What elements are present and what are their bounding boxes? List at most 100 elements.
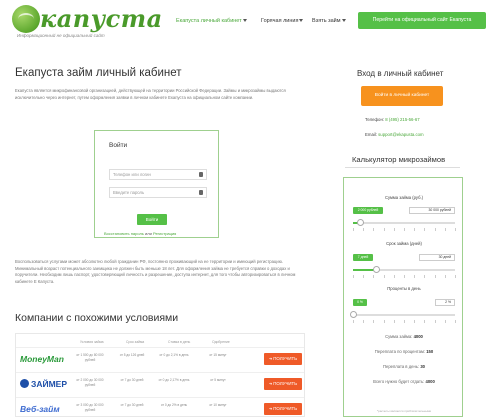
nav-get-loan[interactable]: Взять займ (312, 18, 346, 24)
loan-amount: от 2 000 до 30 000 рублей (76, 378, 104, 387)
slider-tick (414, 275, 416, 278)
intro-paragraph: Екапуста является микрофинансовой органи… (15, 88, 286, 100)
lock-icon (199, 172, 203, 177)
sidebar-login-title: Вход в личный кабинет (357, 69, 444, 78)
get-loan-button[interactable]: ➜ПОЛУЧИТЬ (264, 378, 302, 390)
divider (345, 167, 460, 168)
loan-rate: от 0 до 2,17% в день (158, 378, 190, 382)
phone-value[interactable]: 8 (495) 215-56-67 (385, 117, 419, 122)
sum-slider-handle[interactable] (357, 219, 365, 226)
login-links: Восстановить пароль или Регистрация (104, 231, 176, 236)
term-value-field[interactable]: 30 дней (419, 254, 455, 261)
chevron-down-icon (299, 19, 304, 23)
sum-slider[interactable] (353, 219, 455, 226)
slider-tick (383, 320, 385, 323)
slider-tick (414, 228, 416, 231)
result-value: 30 (420, 364, 425, 369)
chevron-down-icon (242, 19, 247, 23)
password-input[interactable]: Введите пароль (109, 187, 207, 198)
chevron-down-icon (341, 19, 346, 23)
slider-tick (434, 275, 436, 278)
sum-min-badge: 2 000 рублей (353, 207, 383, 214)
slider-tick (363, 320, 365, 323)
term-slider-handle[interactable] (373, 266, 381, 273)
result-value: 4000 (425, 379, 435, 384)
slider-tick (424, 228, 426, 231)
term-slider-ticks (353, 275, 456, 279)
slider-tick (444, 228, 446, 231)
get-loan-button[interactable]: ➜ПОЛУЧИТЬ (264, 353, 302, 365)
phone-label: Телефон: (365, 117, 385, 122)
loan-approval: от 10 минут (209, 403, 227, 407)
calculator-title: Калькулятор микрозаймов (352, 155, 446, 164)
slider-tick (353, 275, 354, 278)
slider-tick (393, 228, 395, 231)
zaymer-badge-icon (20, 379, 29, 388)
nav-label: Горячая линия (261, 18, 299, 24)
cabbage-logo-icon[interactable] (12, 5, 40, 33)
register-link[interactable]: Регистрация (153, 231, 176, 236)
phone-input[interactable]: Телефон или логин (109, 169, 207, 180)
slider-tick (455, 228, 456, 231)
email-label: Email: (365, 132, 377, 137)
table-row: ЗАЙМЕР от 2 000 до 30 000 рублей от 7 до… (16, 372, 304, 396)
rate-slider-handle[interactable] (350, 311, 357, 318)
term-label: Срок займа (дней) (386, 241, 422, 246)
webzaim-logo[interactable]: Веб-займ (20, 404, 60, 414)
result-value: 4000 (413, 334, 423, 339)
page-title: Екапуста займ личный кабинет (15, 67, 182, 79)
get-loan-button[interactable]: ➜ПОЛУЧИТЬ (264, 403, 302, 415)
slider-tick (444, 320, 446, 323)
table-header: Ставка в день (168, 340, 191, 344)
zaymer-logo[interactable]: ЗАЙМЕР (31, 379, 67, 389)
nav-hotline[interactable]: Горячая линия (261, 18, 304, 24)
loan-approval: от 5 минут (210, 378, 226, 382)
logo-text[interactable]: капуста (40, 4, 163, 33)
loan-rate: от 0 до 2,1% в день (159, 353, 189, 357)
slider-tick (353, 320, 354, 323)
term-slider[interactable] (353, 266, 455, 273)
term-min-badge: 7 дней (353, 254, 373, 261)
login-form: Войти Телефон или логин Введите пароль В… (94, 130, 219, 238)
forgot-password-link[interactable]: Восстановить пароль (104, 231, 144, 236)
similar-companies-title: Компании с похожими условиями (15, 312, 179, 324)
loan-term: от 7 до 30 дней (120, 403, 144, 407)
slider-tick (424, 320, 426, 323)
table-row: Веб-займ от 3 000 до 30 000 рублей от 7 … (16, 397, 304, 416)
moneyman-logo[interactable]: MoneyMan (20, 354, 64, 364)
slider-tick (373, 320, 375, 323)
slider-tick (363, 228, 365, 231)
arrow-right-icon: ➜ (268, 406, 273, 411)
nav-personal-account[interactable]: Екапуста личный кабинет (176, 18, 247, 24)
sidebar-login-button[interactable]: Войти в личный кабинет (361, 86, 443, 106)
nav-label: Екапуста личный кабинет (176, 18, 242, 24)
official-site-button[interactable]: Перейти на официальный сайт Екапуста (358, 12, 486, 29)
rate-value-field[interactable]: 2 % (435, 299, 455, 306)
loan-rate: от 0 до 2% в день (160, 403, 188, 407)
slider-tick (434, 228, 436, 231)
result-total: Всего нужно будет отдать: 4000 (344, 379, 464, 384)
get-loan-label: ПОЛУЧИТЬ (273, 406, 298, 411)
arrow-right-icon: ➜ (268, 381, 273, 386)
slider-tick (434, 320, 436, 323)
phone-placeholder: Телефон или логин (113, 172, 151, 177)
slider-tick (373, 275, 375, 278)
eligibility-paragraph: Воспользоваться услугами может абсолютно… (15, 259, 296, 284)
or-text: или (145, 231, 152, 236)
login-submit-button[interactable]: Войти (137, 214, 167, 225)
table-header: Условия займа (80, 340, 104, 344)
slider-tick (373, 228, 375, 231)
rate-slider[interactable] (350, 311, 455, 318)
result-label: Всего нужно будет отдать: (373, 379, 425, 384)
slider-tick (444, 275, 446, 278)
logo-subtitle: Информационный не официальный сайт (17, 33, 105, 38)
result-label: Переплата в день: (383, 364, 420, 369)
table-header: Срок займа (126, 340, 145, 344)
rate-label: Проценты в день (387, 286, 421, 291)
arrow-right-icon: ➜ (268, 356, 273, 361)
result-label: Переплата по процентам: (374, 349, 426, 354)
loan-term: от 5 до 126 дней (119, 353, 145, 357)
slider-tick (404, 320, 405, 323)
email-value[interactable]: support@ekapusta.com (378, 132, 423, 137)
sum-value-field[interactable]: 30 000 рублей (409, 207, 455, 214)
